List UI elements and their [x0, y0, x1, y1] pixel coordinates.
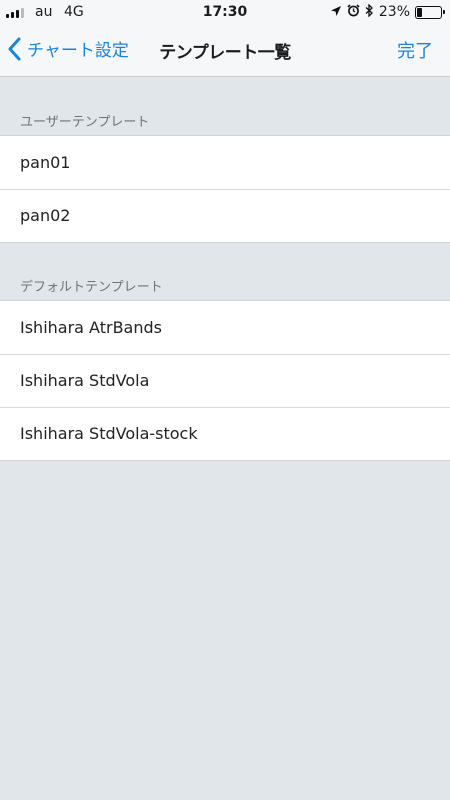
- default-templates-list: Ishihara AtrBands Ishihara StdVola Ishih…: [0, 300, 450, 461]
- list-item[interactable]: pan02: [0, 189, 450, 242]
- page-title: テンプレート一覧: [159, 43, 291, 63]
- done-button[interactable]: 完了: [397, 37, 433, 63]
- list-item-label: pan01: [20, 153, 71, 172]
- navigation-bar: チャート設定 テンプレート一覧 完了: [0, 24, 450, 77]
- battery-icon: [415, 5, 445, 19]
- battery-percent: 23%: [378, 4, 410, 20]
- status-indicators: 23%: [330, 3, 445, 20]
- bluetooth-icon: [365, 3, 374, 20]
- section-header-default-templates: デフォルトテンプレート: [20, 280, 163, 295]
- list-item[interactable]: Ishihara StdVola: [0, 354, 450, 407]
- list-item[interactable]: Ishihara StdVola-stock: [0, 407, 450, 460]
- list-item-label: Ishihara StdVola-stock: [20, 424, 198, 443]
- list-item[interactable]: pan01: [0, 136, 450, 189]
- location-arrow-icon: [330, 5, 342, 20]
- status-bar: au 4G 17:30 23%: [0, 0, 450, 24]
- user-templates-list: pan01 pan02: [0, 135, 450, 243]
- section-header-user-templates: ユーザーテンプレート: [20, 115, 150, 130]
- list-item-label: Ishihara AtrBands: [20, 318, 162, 337]
- list-item[interactable]: Ishihara AtrBands: [0, 301, 450, 354]
- list-item-label: pan02: [20, 206, 71, 225]
- alarm-icon: [347, 4, 360, 20]
- list-item-label: Ishihara StdVola: [20, 371, 150, 390]
